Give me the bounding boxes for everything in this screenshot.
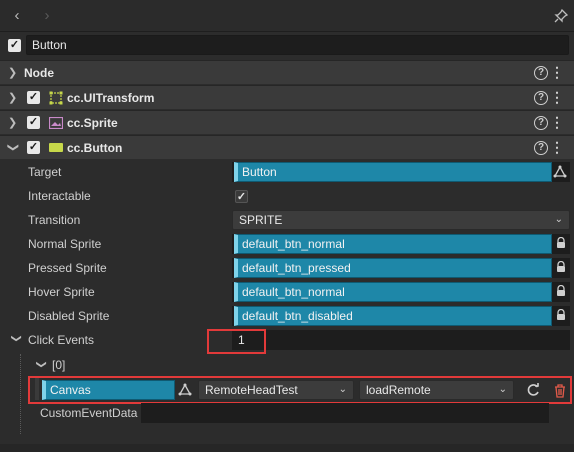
section-uitransform-label: cc.UITransform <box>67 91 155 105</box>
help-icon[interactable]: ? <box>534 66 548 80</box>
disabled-sprite-field[interactable]: default_btn_disabled <box>234 306 552 326</box>
custom-event-data-label: CustomEventData <box>40 406 138 420</box>
back-arrow-icon[interactable]: ‹ <box>8 7 26 25</box>
lock-icon[interactable] <box>554 308 568 323</box>
sprite-icon <box>48 116 64 132</box>
more-menu-icon[interactable]: ⋮ <box>550 89 564 105</box>
event-handler-value: loadRemote <box>366 383 431 397</box>
hover-sprite-label: Hover Sprite <box>28 285 95 299</box>
node-target-icon[interactable] <box>178 383 192 400</box>
transform-icon <box>49 91 63 108</box>
uitransform-enabled-checkbox[interactable]: ✓ <box>27 91 40 104</box>
lock-icon[interactable] <box>554 260 568 275</box>
custom-event-data-input[interactable] <box>141 403 549 423</box>
event-index-label: [0] <box>52 358 66 372</box>
lock-icon[interactable] <box>554 284 568 299</box>
section-node-label: Node <box>24 66 54 80</box>
lock-icon[interactable] <box>554 236 568 251</box>
more-menu-icon[interactable]: ⋮ <box>550 114 564 130</box>
node-target-icon[interactable] <box>553 165 567 182</box>
refresh-icon[interactable] <box>525 382 541 401</box>
chevron-down-icon: ❯ <box>7 142 20 153</box>
disabled-sprite-label: Disabled Sprite <box>28 309 110 323</box>
button-component-icon <box>49 143 63 152</box>
event-component-select[interactable]: RemoteHeadTest ⌄ <box>198 380 354 400</box>
chevron-right-icon: ❯ <box>8 92 18 104</box>
help-icon[interactable]: ? <box>534 141 548 155</box>
target-label: Target <box>28 165 62 179</box>
section-node[interactable]: ❯ Node ? ⋮ <box>0 60 574 84</box>
chevron-down-icon: ⌄ <box>498 384 507 395</box>
transition-value: SPRITE <box>239 213 283 227</box>
chevron-right-icon: ❯ <box>8 67 18 79</box>
event-target-field[interactable]: Canvas <box>42 380 175 400</box>
help-icon[interactable]: ? <box>534 116 548 130</box>
section-button-label: cc.Button <box>67 141 123 155</box>
panel-footer <box>0 444 574 452</box>
normal-sprite-label: Normal Sprite <box>28 237 102 251</box>
section-uitransform[interactable]: ❯ ✓ cc.UITransform ? ⋮ <box>0 85 574 109</box>
chevron-down-icon[interactable]: ❯ <box>36 360 47 368</box>
trash-icon[interactable] <box>553 383 567 401</box>
normal-sprite-field[interactable]: default_btn_normal <box>234 234 552 254</box>
section-sprite[interactable]: ❯ ✓ cc.Sprite ? ⋮ <box>0 110 574 134</box>
chevron-down-icon[interactable]: ❯ <box>11 334 22 342</box>
inspector-toolbar <box>0 0 574 32</box>
interactable-label: Interactable <box>28 189 91 203</box>
target-node-field[interactable]: Button <box>234 162 552 182</box>
click-events-label: Click Events <box>28 333 95 347</box>
event-component-value: RemoteHeadTest <box>205 383 298 397</box>
forward-arrow-icon[interactable]: › <box>38 7 56 25</box>
transition-label: Transition <box>28 213 81 227</box>
node-enabled-checkbox[interactable]: ✓ <box>8 39 21 52</box>
tree-guide <box>20 354 21 434</box>
interactable-checkbox[interactable]: ✓ <box>235 190 248 203</box>
button-enabled-checkbox[interactable]: ✓ <box>27 141 40 154</box>
click-events-count-field[interactable]: 1 <box>232 330 570 350</box>
chevron-down-icon: ⌄ <box>338 384 347 395</box>
pin-icon[interactable] <box>553 8 569 24</box>
more-menu-icon[interactable]: ⋮ <box>550 64 564 80</box>
highlight-box-count <box>207 329 266 354</box>
event-handler-select[interactable]: loadRemote ⌄ <box>359 380 514 400</box>
chevron-down-icon: ⌄ <box>554 214 563 225</box>
section-sprite-label: cc.Sprite <box>67 116 118 130</box>
transition-select[interactable]: SPRITE ⌄ <box>232 210 570 230</box>
hover-sprite-field[interactable]: default_btn_normal <box>234 282 552 302</box>
sprite-enabled-checkbox[interactable]: ✓ <box>27 116 40 129</box>
more-menu-icon[interactable]: ⋮ <box>550 139 564 155</box>
chevron-right-icon: ❯ <box>8 117 18 129</box>
help-icon[interactable]: ? <box>534 91 548 105</box>
event-row-marker <box>35 378 39 400</box>
section-button[interactable]: ❯ ✓ cc.Button ? ⋮ <box>0 135 574 159</box>
pressed-sprite-field[interactable]: default_btn_pressed <box>234 258 552 278</box>
node-name-input[interactable]: Button <box>26 35 569 55</box>
pressed-sprite-label: Pressed Sprite <box>28 261 107 275</box>
